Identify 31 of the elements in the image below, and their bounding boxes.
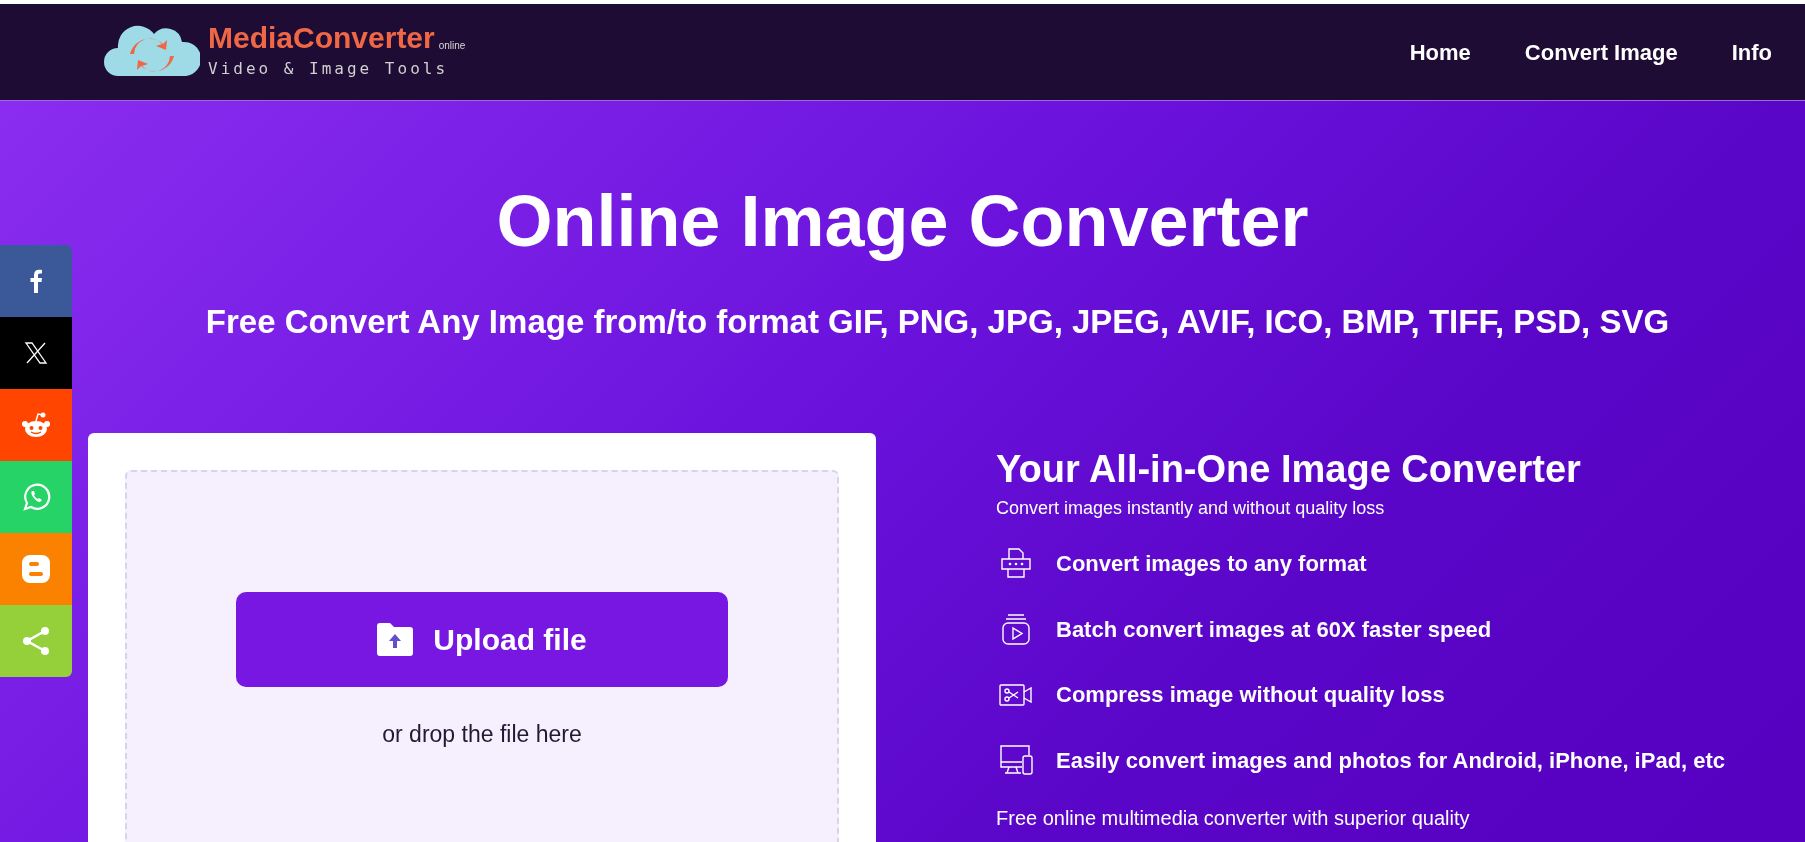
nav-link[interactable]: Info — [1731, 35, 1772, 69]
site-logo[interactable]: MediaConverter online Video & Image Tools — [104, 20, 466, 84]
feature-text: Batch convert images at 60X faster speed — [1056, 615, 1492, 644]
upload-button[interactable]: Upload file — [236, 591, 728, 687]
whatsapp-icon — [21, 482, 51, 512]
blogger-icon — [21, 554, 51, 584]
drop-zone[interactable]: Upload file or drop the file here — [125, 469, 839, 842]
share-icon — [21, 626, 51, 656]
feature-text: Easily convert images and photos for Android, iPhone, iPad, etc — [1056, 746, 1726, 775]
share-button[interactable] — [0, 245, 72, 317]
feature-text: Convert images to any format — [1056, 549, 1367, 578]
folder-upload-icon — [377, 622, 414, 656]
devices-icon — [998, 743, 1034, 777]
nav-link[interactable]: Convert Image — [1524, 35, 1678, 69]
nav-link[interactable]: Home — [1409, 35, 1471, 69]
feature-text: Compress image without quality loss — [1056, 681, 1445, 709]
printer-icon — [999, 546, 1033, 580]
share-button[interactable] — [0, 317, 72, 389]
reddit-icon — [21, 411, 51, 439]
drop-hint: or drop the file here — [382, 719, 582, 749]
play-stack-icon — [999, 612, 1033, 646]
info-heading: Your All-in-One Image Converter — [996, 446, 1582, 492]
page-subtitle: Free Convert Any Image from/to format GIF, PNG, JPG, JPEG, AVIF, ICO, BMP, TIFF, PSD, SVG — [204, 302, 1670, 342]
logo-tagline: Video & Image Tools — [208, 58, 450, 80]
x-logo-icon — [24, 341, 48, 365]
logo-title: MediaConverter — [208, 23, 435, 53]
facebook-icon — [29, 269, 43, 293]
logo-suffix: online — [438, 39, 466, 53]
share-button[interactable] — [0, 389, 72, 461]
info-footer-text: Free online multimedia converter with superior quality — [996, 806, 1471, 831]
info-subheading: Convert images instantly and without quality loss — [996, 497, 1386, 520]
